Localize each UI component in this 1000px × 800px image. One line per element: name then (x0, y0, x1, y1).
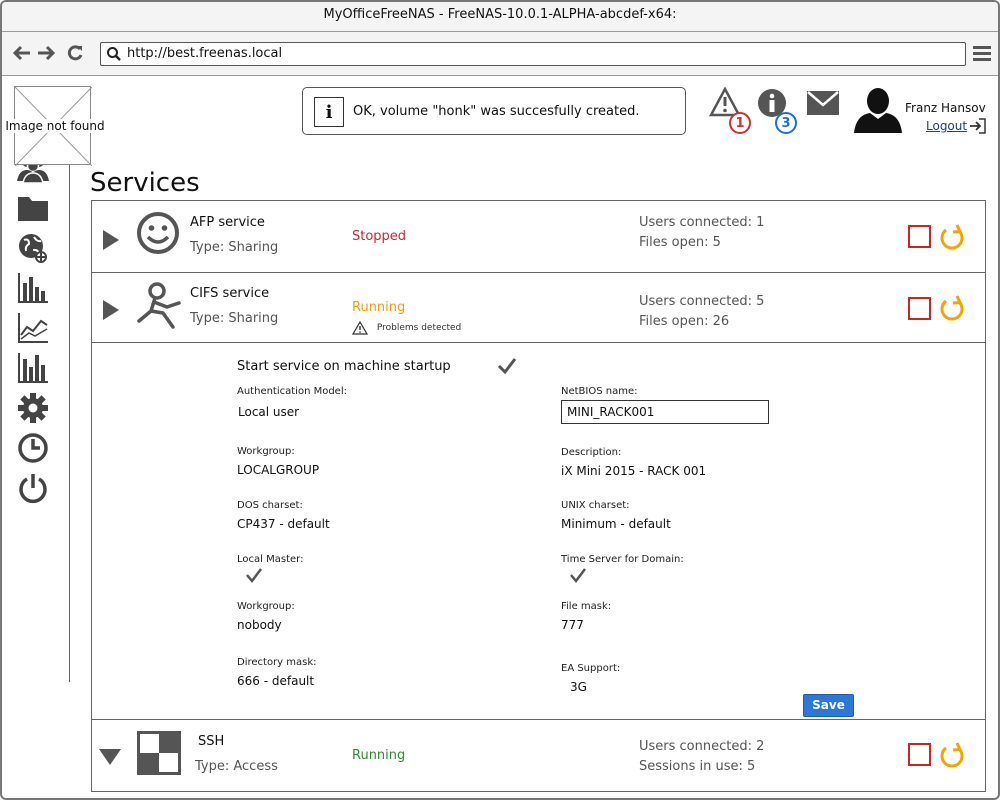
page-title: Services (90, 168, 200, 198)
workgroup2-label: Workgroup: (237, 601, 295, 612)
user-name: Franz Hansov (905, 101, 986, 115)
restart-icon[interactable] (938, 295, 966, 327)
mail-icon[interactable] (807, 91, 839, 119)
search-icon (106, 46, 122, 70)
netbios-label: NetBIOS name: (561, 386, 638, 397)
problems-indicator: Problems detected (351, 320, 462, 335)
service-status: Running (352, 748, 406, 763)
expand-arrow-icon[interactable] (102, 229, 120, 255)
time-server-label: Time Server for Domain: (561, 554, 684, 565)
problems-text: Problems detected (376, 323, 462, 333)
info-button[interactable]: 3 (757, 88, 797, 134)
menu-icon[interactable] (972, 44, 992, 66)
bar-chart-icon[interactable] (17, 272, 49, 304)
dir-mask-label: Directory mask: (237, 657, 317, 668)
clock-icon[interactable] (17, 432, 49, 464)
start-on-boot-checkbox[interactable] (497, 357, 517, 379)
service-name: SSH (198, 734, 225, 749)
url-input[interactable]: http://best.freenas.local (100, 42, 966, 66)
workgroup-label: Workgroup: (237, 446, 295, 457)
auth-model-label: Authentication Model: (237, 386, 347, 397)
window-title: MyOfficeFreeNAS - FreeNAS-10.0.1-ALPHA-a… (2, 2, 998, 32)
back-icon[interactable] (12, 42, 32, 64)
workgroup-value[interactable]: LOCALGROUP (237, 463, 319, 477)
unix-charset-value[interactable]: Minimum - default (561, 517, 671, 531)
service-type: Type: Access (195, 759, 278, 774)
logout-link[interactable]: Logout (926, 119, 967, 133)
service-users-connected: Users connected: 1 (639, 215, 765, 230)
checkmark-icon (246, 568, 262, 584)
logout-icon[interactable] (969, 117, 987, 139)
notification-banner: i OK, volume "honk" was succesfully crea… (302, 87, 686, 135)
service-row-cifs[interactable]: CIFS service Type: Sharing Running Probl… (92, 273, 985, 343)
service-files-open: Files open: 5 (639, 235, 721, 250)
workgroup2-value[interactable]: nobody (237, 618, 282, 632)
service-sessions: Sessions in use: 5 (639, 759, 756, 774)
gear-icon[interactable] (17, 392, 49, 424)
start-on-boot-label: Start service on machine startup (237, 359, 451, 374)
service-users-connected: Users connected: 5 (639, 294, 765, 309)
url-text: http://best.freenas.local (127, 46, 283, 61)
line-chart-icon[interactable] (17, 312, 49, 344)
service-type: Type: Sharing (190, 240, 279, 255)
notification-text: OK, volume "honk" was succesfully create… (353, 104, 640, 119)
alerts-button[interactable]: 1 (708, 86, 751, 134)
checkmark-icon (570, 568, 586, 584)
unix-charset-label: UNIX charset: (561, 500, 630, 511)
description-value[interactable]: iX Mini 2015 - RACK 001 (561, 464, 706, 478)
globe-icon[interactable] (17, 232, 49, 264)
runner-icon (137, 281, 181, 335)
forward-icon[interactable] (36, 42, 56, 64)
netbios-input[interactable]: MINI_RACK001 (561, 400, 769, 424)
reload-icon[interactable] (65, 42, 85, 64)
ea-support-value[interactable]: 3G (570, 680, 587, 694)
info-badge: 3 (775, 112, 797, 134)
auth-model-value[interactable]: Local user (238, 405, 299, 419)
service-name: CIFS service (190, 286, 270, 301)
time-server-checkbox[interactable] (569, 567, 587, 588)
service-type: Type: Sharing (190, 311, 279, 326)
info-icon: i (314, 97, 344, 127)
stop-button[interactable] (908, 743, 931, 766)
collapse-arrow-icon[interactable] (98, 748, 122, 770)
sidebar (2, 152, 70, 682)
dos-charset-value[interactable]: CP437 - default (237, 517, 330, 531)
address-bar: http://best.freenas.local (2, 32, 998, 76)
dos-charset-label: DOS charset: (237, 500, 303, 511)
dir-mask-value[interactable]: 666 - default (237, 674, 314, 688)
service-files-open: Files open: 26 (639, 314, 730, 329)
alerts-badge: 1 (729, 112, 751, 134)
checker-icon (136, 730, 182, 780)
service-status: Stopped (352, 229, 407, 244)
checkmark-icon (497, 358, 517, 375)
local-master-label: Local Master: (237, 554, 304, 565)
expand-arrow-icon[interactable] (102, 299, 120, 325)
file-mask-label: File mask: (561, 601, 612, 612)
local-master-checkbox[interactable] (245, 567, 263, 588)
warning-icon (351, 320, 369, 335)
service-row-afp[interactable]: AFP service Type: Sharing Stopped Users … (92, 201, 985, 273)
restart-icon[interactable] (938, 224, 966, 256)
stop-button[interactable] (908, 297, 931, 320)
power-icon[interactable] (17, 472, 49, 504)
services-list: AFP service Type: Sharing Stopped Users … (91, 200, 986, 792)
logo-placeholder: Image not found (5, 86, 105, 166)
reports-icon[interactable] (17, 352, 49, 384)
folder-icon[interactable] (17, 192, 49, 224)
cifs-settings-panel: Start service on machine startup Authent… (92, 343, 985, 720)
service-row-ssh[interactable]: SSH Type: Access Running Users connected… (92, 720, 985, 791)
restart-icon[interactable] (938, 742, 966, 774)
file-mask-value[interactable]: 777 (561, 618, 584, 632)
service-status: Running (352, 300, 406, 315)
avatar[interactable] (854, 85, 902, 137)
smiley-icon (136, 210, 180, 260)
service-users-connected: Users connected: 2 (639, 739, 765, 754)
save-button[interactable]: Save (803, 694, 854, 717)
description-label: Description: (561, 447, 622, 458)
stop-button[interactable] (908, 225, 931, 248)
browser-window: MyOfficeFreeNAS - FreeNAS-10.0.1-ALPHA-a… (0, 0, 1000, 800)
ea-support-label: EA Support: (561, 663, 621, 674)
logo-alt-text: Image not found (5, 119, 105, 133)
service-name: AFP service (190, 215, 265, 230)
